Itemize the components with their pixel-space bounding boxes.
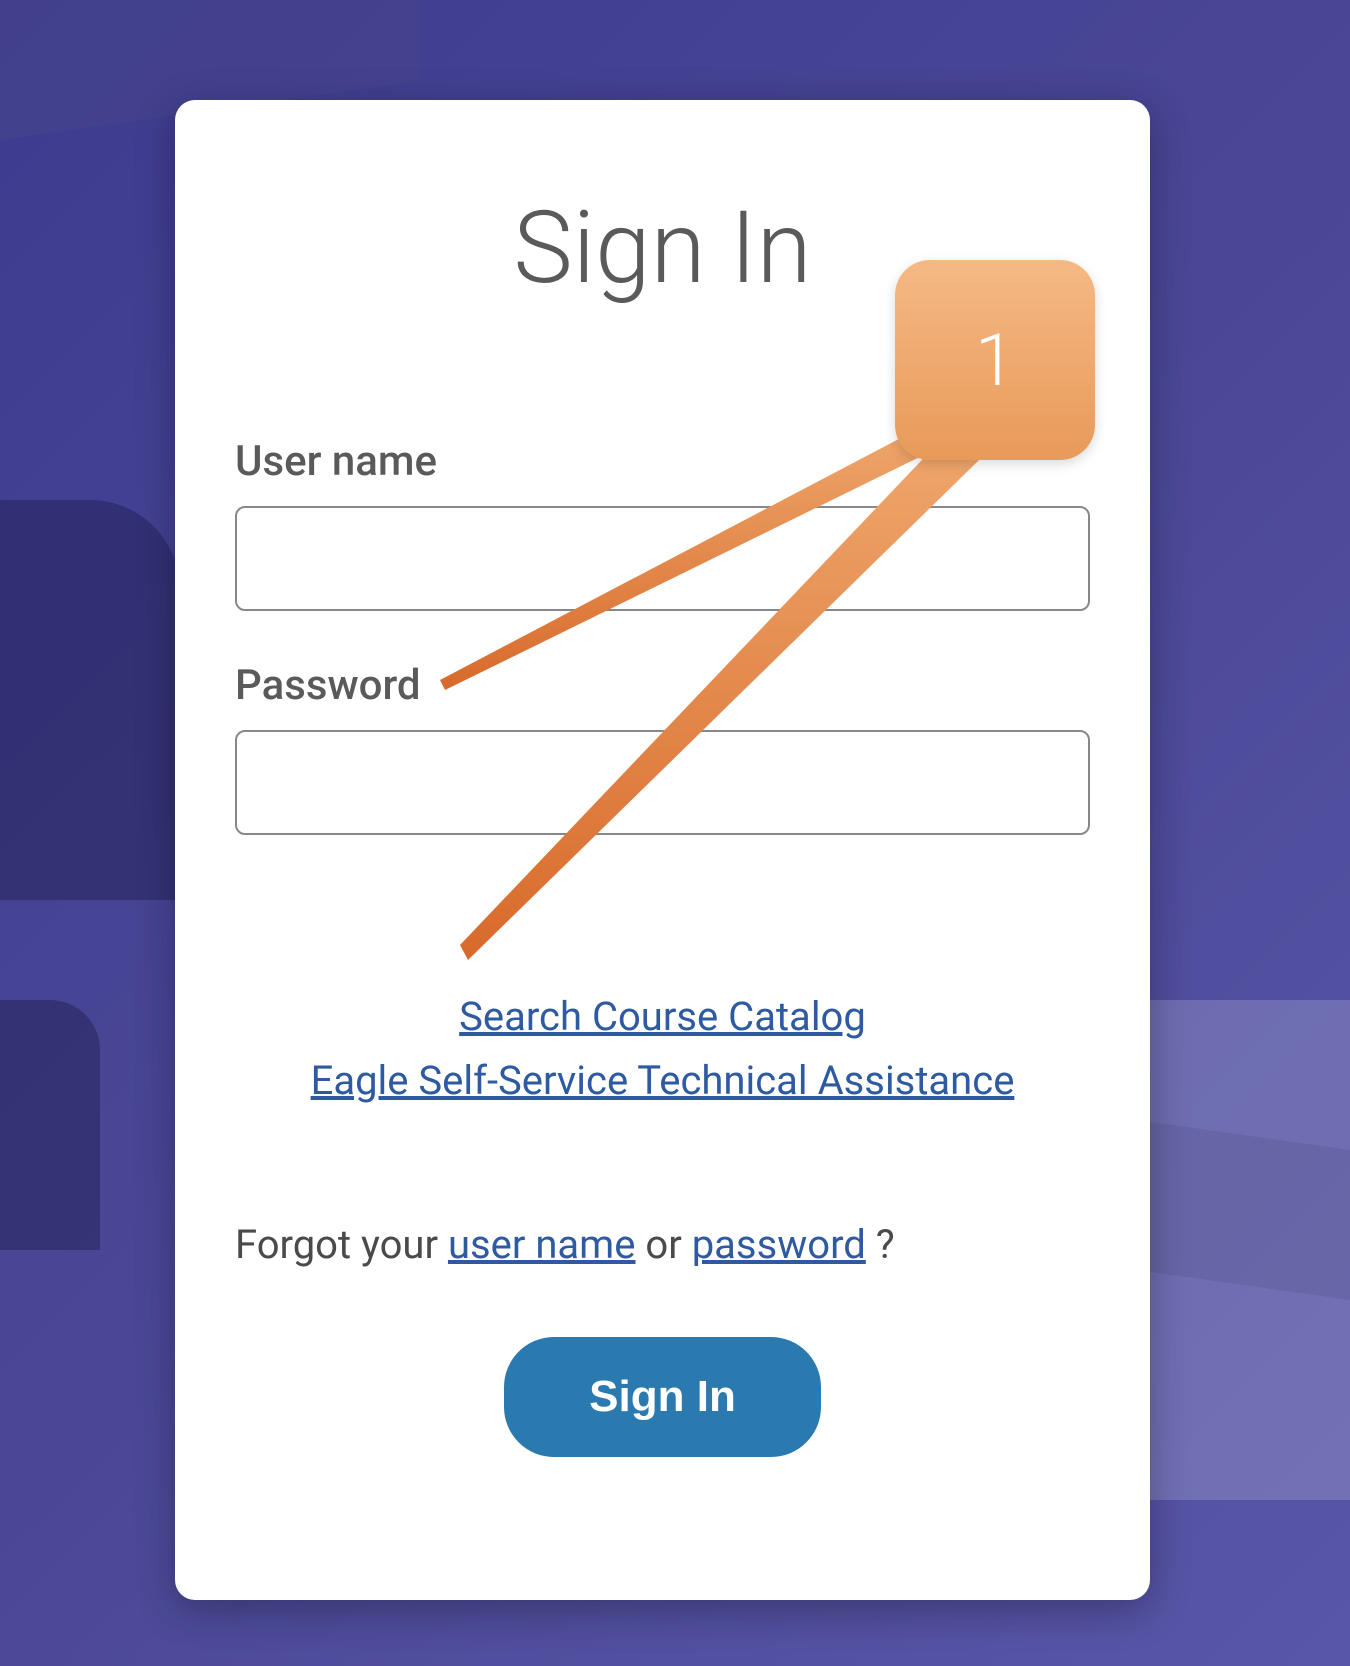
forgot-text-mid: or	[635, 1221, 691, 1268]
background-decoration	[0, 1000, 100, 1250]
help-links: Search Course Catalog Eagle Self-Service…	[235, 985, 1090, 1113]
technical-assistance-link[interactable]: Eagle Self-Service Technical Assistance	[311, 1057, 1015, 1104]
signin-card: Sign In User name Password Search Course…	[175, 100, 1150, 1600]
annotation-pointer-icon	[460, 420, 1020, 960]
forgot-text-prefix: Forgot your	[235, 1221, 448, 1268]
forgot-password-link[interactable]: password	[692, 1221, 866, 1268]
search-catalog-link[interactable]: Search Course Catalog	[459, 993, 866, 1040]
signin-button[interactable]: Sign In	[504, 1337, 821, 1457]
forgot-username-link[interactable]: user name	[448, 1221, 636, 1268]
forgot-credentials: Forgot your user name or password ?	[235, 1213, 1090, 1277]
annotation-number: 1	[975, 318, 1015, 403]
background-decoration	[0, 500, 180, 900]
forgot-text-suffix: ?	[866, 1221, 895, 1268]
annotation-badge: 1	[895, 260, 1095, 460]
